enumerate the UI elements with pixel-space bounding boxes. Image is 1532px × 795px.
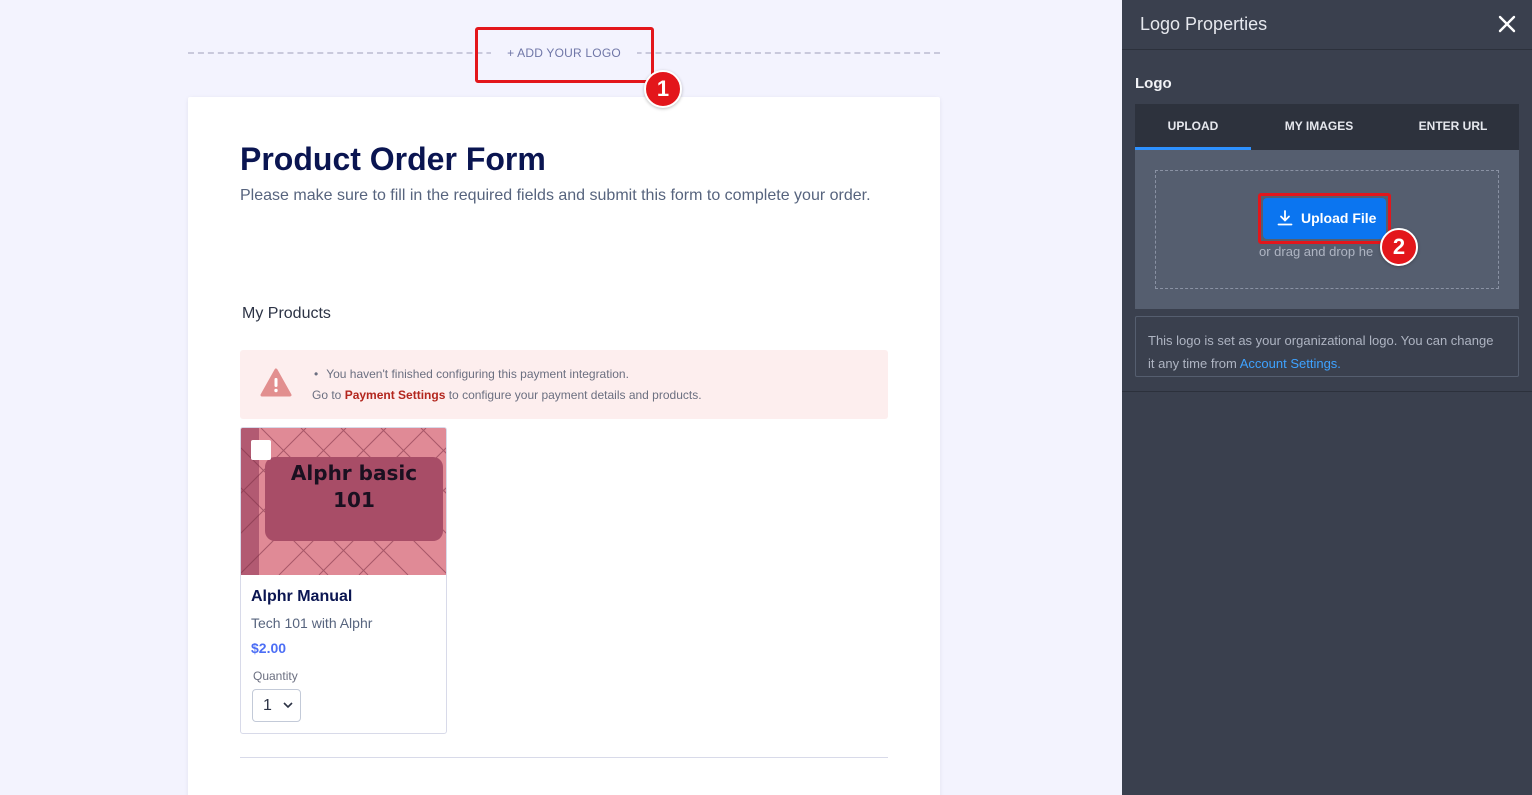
quantity-label: Quantity [253,669,298,683]
warning-message: • You haven't finished configuring this p… [314,367,629,381]
highlight-box-step2 [1258,193,1391,244]
form-canvas: + ADD YOUR LOGO Product Order Form Pleas… [0,0,1122,795]
step-badge-1: 1 [644,70,682,108]
tab-my-images[interactable]: MY IMAGES [1251,104,1387,150]
payment-warning: • You haven't finished configuring this p… [240,350,888,419]
close-icon[interactable] [1496,13,1518,35]
chevron-down-icon [283,702,293,709]
form-divider [240,757,888,758]
step-badge-2: 2 [1380,228,1418,266]
products-section-label[interactable]: My Products [242,305,331,323]
product-price: $2.00 [251,640,287,656]
product-card[interactable]: Alphr basic 101 Alphr Manual Tech 101 wi… [240,427,447,734]
product-checkbox[interactable] [251,440,271,460]
form-subtitle[interactable]: Please make sure to fill in the required… [240,183,890,209]
panel-title: Logo Properties [1140,14,1268,34]
logo-source-tabs: UPLOAD MY IMAGES ENTER URL [1135,104,1519,150]
panel-separator [1122,391,1532,392]
product-name: Alphr Manual [251,588,353,605]
quantity-value: 1 [263,697,272,714]
product-description: Tech 101 with Alphr [251,615,373,631]
warning-instructions: Go to Payment Settings to configure your… [312,388,702,402]
product-image-title: Alphr basic 101 [265,457,443,541]
highlight-box-step1 [475,27,654,83]
account-settings-link[interactable]: Account Settings. [1240,356,1341,371]
form-title[interactable]: Product Order Form [240,141,546,178]
tab-enter-url[interactable]: ENTER URL [1387,104,1519,150]
panel-header: Logo Properties [1122,0,1532,50]
logo-section-label: Logo [1135,75,1172,92]
logo-info-box: This logo is set as your organizational … [1135,316,1519,377]
form-card: Product Order Form Please make sure to f… [188,97,940,795]
drag-drop-hint: or drag and drop he [1259,244,1374,259]
logo-info-text: This logo is set as your organizational … [1148,333,1494,371]
warning-triangle-icon [260,368,292,397]
product-image: Alphr basic 101 [241,428,446,575]
logo-properties-panel: Logo Properties Logo UPLOAD MY IMAGES EN… [1122,0,1532,795]
tab-upload[interactable]: UPLOAD [1135,104,1251,150]
quantity-select[interactable]: 1 [252,689,301,722]
payment-settings-link[interactable]: Payment Settings [345,388,446,402]
